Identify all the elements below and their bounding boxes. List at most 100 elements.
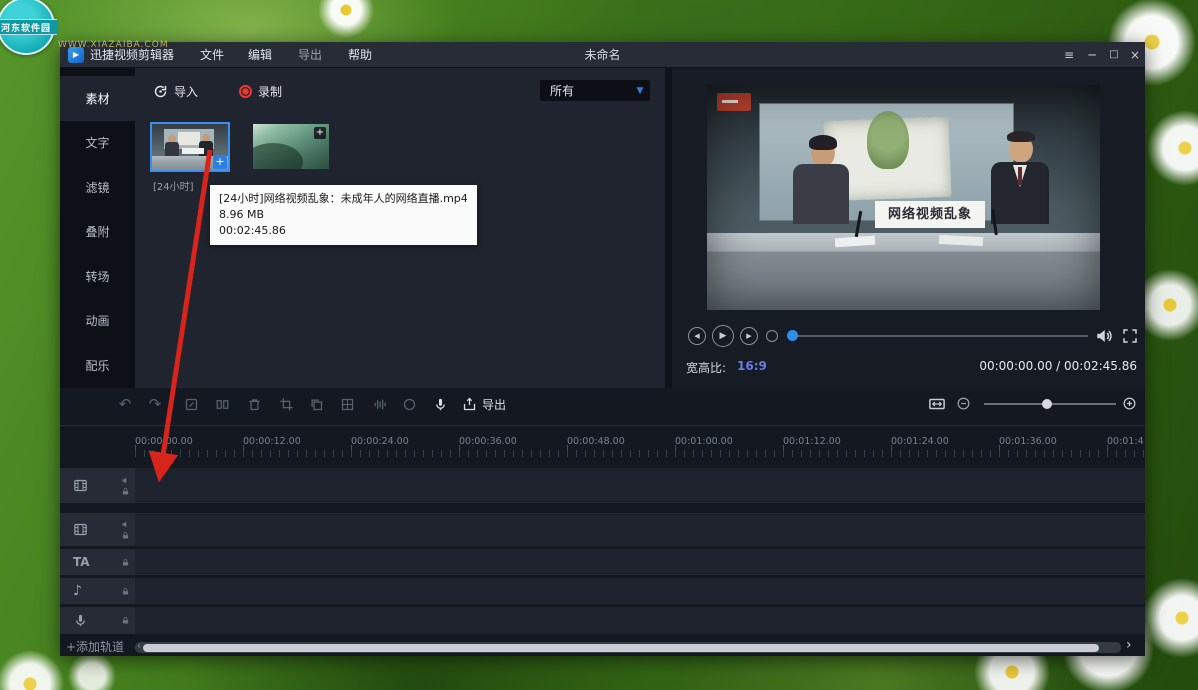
lock-icon[interactable] <box>121 616 130 625</box>
split-button[interactable] <box>213 395 231 413</box>
volume-icon[interactable] <box>1095 327 1113 345</box>
add-track-button[interactable]: +添加轨道 <box>66 638 124 655</box>
crop-button[interactable] <box>277 395 295 413</box>
news-caption-box: 网络视频乱象 <box>875 201 985 228</box>
sidebar-item-transition[interactable]: 转场 <box>60 254 135 299</box>
record-label: 录制 <box>258 83 282 100</box>
seek-handle[interactable] <box>787 330 798 341</box>
redo-button[interactable]: ↷ <box>146 395 164 413</box>
stop-button[interactable] <box>766 330 778 342</box>
lock-icon[interactable] <box>121 587 130 596</box>
music-track-lane[interactable] <box>135 578 1145 604</box>
add-to-timeline-icon[interactable]: + <box>314 127 326 139</box>
scroll-left-icon[interactable]: ‹ <box>137 639 141 652</box>
delete-button[interactable] <box>245 395 263 413</box>
timeline-panel: ↶ ↷ 导出 00:00:00.00 00:00:12.00 00:00: <box>60 388 1145 656</box>
filter-selected-value: 所有 <box>540 82 630 99</box>
lock-icon[interactable] <box>121 487 130 496</box>
watermark-url-text: WWW.XIAZAIBA.COM <box>58 40 169 50</box>
fit-timeline-icon[interactable] <box>928 395 946 413</box>
aspect-ratio-label: 宽高比: <box>686 359 726 376</box>
audio-adjust-button[interactable] <box>370 395 388 413</box>
undo-button[interactable]: ↶ <box>116 395 134 413</box>
previous-frame-button[interactable]: ◀ <box>688 327 706 345</box>
record-button[interactable]: 录制 <box>239 80 282 102</box>
voiceover-track-lane[interactable] <box>135 607 1145 634</box>
clip1-caption-box <box>182 148 204 154</box>
media-filter-dropdown[interactable]: 所有 ▼ <box>540 80 650 101</box>
speaker-icon[interactable] <box>121 520 130 529</box>
media-clip-1-thumbnail[interactable]: + <box>150 122 230 172</box>
lock-icon[interactable] <box>121 531 130 540</box>
sidebar-item-text[interactable]: 文字 <box>60 121 135 166</box>
play-button[interactable]: ▶ <box>712 325 734 347</box>
text-track-icon: TA <box>73 555 90 569</box>
sidebar-item-animation[interactable]: 动画 <box>60 299 135 344</box>
watermark-text: 河东软件园 <box>1 21 51 34</box>
news-studio-scene: 网络视频乱象 <box>707 85 1100 310</box>
copy-button[interactable] <box>307 395 325 413</box>
toolbar-divider <box>60 425 1145 426</box>
film-icon <box>73 478 88 493</box>
next-frame-button[interactable]: ▶ <box>740 327 758 345</box>
export-button[interactable]: 导出 <box>462 395 506 413</box>
voiceover-track-header <box>60 607 135 634</box>
site-watermark-badge: 河东软件园 <box>0 0 55 55</box>
sidebar-item-overlay[interactable]: 叠附 <box>60 210 135 255</box>
maximize-button[interactable]: □ <box>1105 42 1123 68</box>
hamburger-menu-icon[interactable]: ≡ <box>1060 42 1078 68</box>
timeline-horizontal-scrollbar[interactable]: ‹ <box>135 642 1121 653</box>
media-library-panel: 导入 录制 所有 ▼ + <box>135 68 665 388</box>
speaker-icon[interactable] <box>121 476 130 485</box>
record-icon <box>239 85 252 98</box>
add-to-timeline-icon[interactable]: + <box>213 155 227 169</box>
clip1-book <box>178 132 200 145</box>
music-track-header: ♪ <box>60 578 135 604</box>
tooltip-duration: 00:02:45.86 <box>219 223 468 239</box>
fullscreen-icon[interactable] <box>1121 327 1139 345</box>
anchor-right-tie <box>1018 167 1022 185</box>
music-track[interactable]: ♪ <box>60 578 1145 604</box>
mosaic-button[interactable] <box>338 395 356 413</box>
preview-video-frame[interactable]: 网络视频乱象 <box>707 85 1100 310</box>
voiceover-mic-button[interactable] <box>431 395 449 413</box>
close-button[interactable]: × <box>1126 42 1144 68</box>
scrollbar-thumb[interactable] <box>143 644 1099 652</box>
titlebar: ▶ 迅捷视频剪辑器 文件 编辑 导出 帮助 未命名 ≡ ─ □ × <box>60 42 1145 68</box>
aspect-ratio-value[interactable]: 16:9 <box>737 359 767 373</box>
anchor-left-head <box>811 139 835 167</box>
panel-divider <box>665 68 672 388</box>
video-track-1-lane[interactable] <box>135 468 1145 503</box>
text-track[interactable]: TA <box>60 549 1145 575</box>
watermark-ribbon: 河东软件园 <box>0 19 57 35</box>
music-note-icon: ♪ <box>73 583 82 599</box>
sidebar-item-music[interactable]: 配乐 <box>60 343 135 388</box>
video-editor-window: ▶ 迅捷视频剪辑器 文件 编辑 导出 帮助 未命名 ≡ ─ □ × 素材 文字 … <box>60 42 1145 656</box>
anchor-right-head <box>1009 135 1033 163</box>
zoom-in-icon[interactable] <box>1122 396 1137 411</box>
media-clip-2-thumbnail[interactable]: + <box>253 124 329 169</box>
sidebar-item-material[interactable]: 素材 <box>60 76 135 121</box>
tooltip-filesize: 8.96 MB <box>219 207 468 223</box>
video-track-2-lane[interactable] <box>135 513 1145 546</box>
video-track-2[interactable] <box>60 513 1145 546</box>
text-track-lane[interactable] <box>135 549 1145 575</box>
timeline-ruler-minor-ticks <box>135 450 1145 457</box>
scroll-right-icon[interactable]: › <box>1126 637 1132 653</box>
edit-button[interactable] <box>182 395 200 413</box>
import-button[interactable]: 导入 <box>153 80 198 102</box>
voiceover-track[interactable] <box>60 607 1145 634</box>
document-title: 未命名 <box>60 42 1145 68</box>
video-track-1[interactable] <box>60 468 1145 503</box>
film-icon <box>73 522 88 537</box>
timeline-zoom-handle[interactable] <box>1042 399 1052 409</box>
speed-button[interactable] <box>400 395 418 413</box>
lock-icon[interactable] <box>121 558 130 567</box>
backdrop-tree-graphic <box>867 111 909 169</box>
video-track-1-header <box>60 468 135 503</box>
seek-bar[interactable] <box>790 335 1088 337</box>
video-track-2-header <box>60 513 135 546</box>
minimize-button[interactable]: ─ <box>1083 42 1101 68</box>
sidebar-item-filter[interactable]: 滤镜 <box>60 165 135 210</box>
zoom-out-icon[interactable] <box>956 396 971 411</box>
